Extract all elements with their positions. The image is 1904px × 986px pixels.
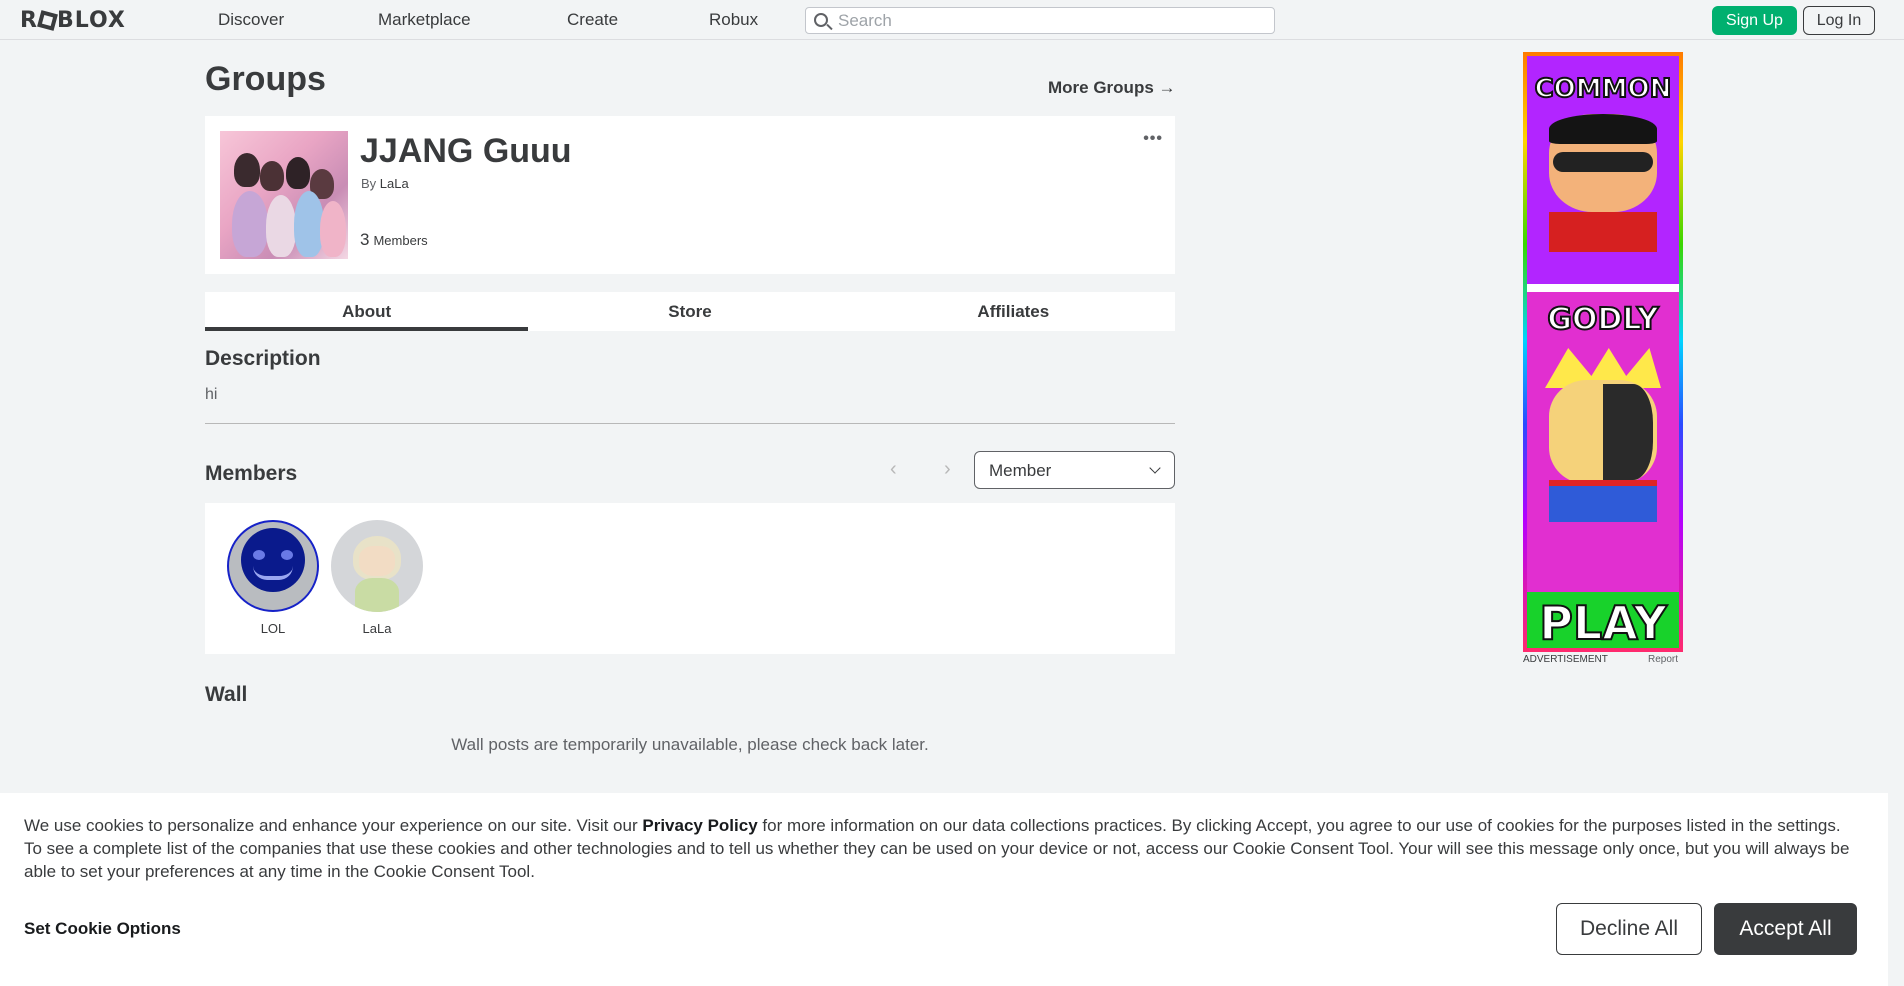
nav-robux[interactable]: Robux <box>709 10 758 30</box>
members-next-button[interactable]: › <box>944 458 951 481</box>
group-header-card: JJANG Guuu By LaLa 3 Members ••• <box>205 116 1175 274</box>
search-input[interactable] <box>838 10 1258 31</box>
nav-marketplace[interactable]: Marketplace <box>378 10 471 30</box>
set-cookie-options-link[interactable]: Set Cookie Options <box>24 919 181 939</box>
member-count: 3 Members <box>360 230 428 250</box>
ad-shadow <box>1603 384 1653 480</box>
group-emblem <box>220 131 348 259</box>
advertisement-label: ADVERTISEMENT <box>1523 654 1608 665</box>
role-select-value: Member <box>989 461 1052 480</box>
roblox-logo[interactable]: R BLOX <box>20 8 126 33</box>
ad-body <box>1549 212 1657 252</box>
wall-unavailable-message: Wall posts are temporarily unavailable, … <box>451 735 929 754</box>
wall-heading: Wall <box>205 683 248 706</box>
privacy-policy-link[interactable]: Privacy Policy <box>642 816 757 835</box>
members-list: LOL LaLa <box>205 503 1175 654</box>
ad-image: COMMON GODLY PLAY <box>1527 56 1679 651</box>
ad-hair <box>1549 114 1657 144</box>
members-heading: Members <box>205 462 298 485</box>
ad-panel-play: PLAY <box>1527 592 1679 651</box>
chevron-down-icon <box>1149 462 1161 474</box>
members-prev-button[interactable]: ‹ <box>890 458 897 481</box>
member-card[interactable]: LOL <box>227 520 319 636</box>
member-count-label: Members <box>373 233 428 248</box>
page-title: Groups <box>205 60 326 98</box>
by-prefix: By <box>361 176 377 191</box>
member-count-value: 3 <box>360 230 370 249</box>
cookie-text: We use cookies to personalize and enhanc… <box>24 814 1854 883</box>
member-name[interactable]: LOL <box>227 621 319 636</box>
member-name[interactable]: LaLa <box>331 621 423 636</box>
description-heading: Description <box>205 347 321 370</box>
accept-all-button[interactable]: Accept All <box>1714 903 1857 955</box>
tab-affiliates[interactable]: Affiliates <box>852 292 1175 331</box>
description-text: hi <box>205 386 218 403</box>
ad-word-godly: GODLY <box>1546 301 1659 338</box>
ad-panel-godly: GODLY <box>1527 292 1679 592</box>
top-nav: R BLOX Discover Marketplace Create Robux … <box>0 0 1904 40</box>
search-box[interactable] <box>805 7 1275 34</box>
tab-about[interactable]: About <box>205 292 529 331</box>
ad-suit <box>1549 480 1657 522</box>
more-groups-link[interactable]: More Groups → <box>1048 78 1176 98</box>
ad-panel-common: COMMON <box>1527 56 1679 292</box>
search-icon <box>814 13 828 27</box>
group-tabs: About Store Affiliates <box>205 292 1175 331</box>
ad-word-play: PLAY <box>1538 595 1668 651</box>
more-options-icon[interactable]: ••• <box>1143 130 1163 148</box>
ad-stripe <box>1527 284 1679 292</box>
sign-up-button[interactable]: Sign Up <box>1712 6 1797 35</box>
ad-word-common: COMMON <box>1534 73 1673 105</box>
log-in-button[interactable]: Log In <box>1803 6 1875 35</box>
avatar[interactable] <box>227 520 319 612</box>
cookie-text-part: We use cookies to personalize and enhanc… <box>24 816 643 835</box>
member-card[interactable]: LaLa <box>331 520 423 636</box>
nav-create[interactable]: Create <box>567 10 618 30</box>
advertisement-banner[interactable]: COMMON GODLY PLAY <box>1523 52 1683 652</box>
avatar[interactable] <box>331 520 423 612</box>
divider <box>205 423 1175 424</box>
cookie-banner: We use cookies to personalize and enhanc… <box>0 793 1888 986</box>
ad-report-link[interactable]: Report <box>1648 654 1678 665</box>
decline-all-button[interactable]: Decline All <box>1556 903 1702 955</box>
scrollbar[interactable] <box>1888 40 1904 986</box>
role-select[interactable]: Member <box>974 451 1175 489</box>
group-owner-link[interactable]: LaLa <box>380 176 409 191</box>
group-owner-line: By LaLa <box>361 176 409 191</box>
ad-mask <box>1553 152 1653 172</box>
nav-discover[interactable]: Discover <box>218 10 284 30</box>
group-name: JJANG Guuu <box>360 132 572 170</box>
tab-store[interactable]: Store <box>528 292 851 331</box>
